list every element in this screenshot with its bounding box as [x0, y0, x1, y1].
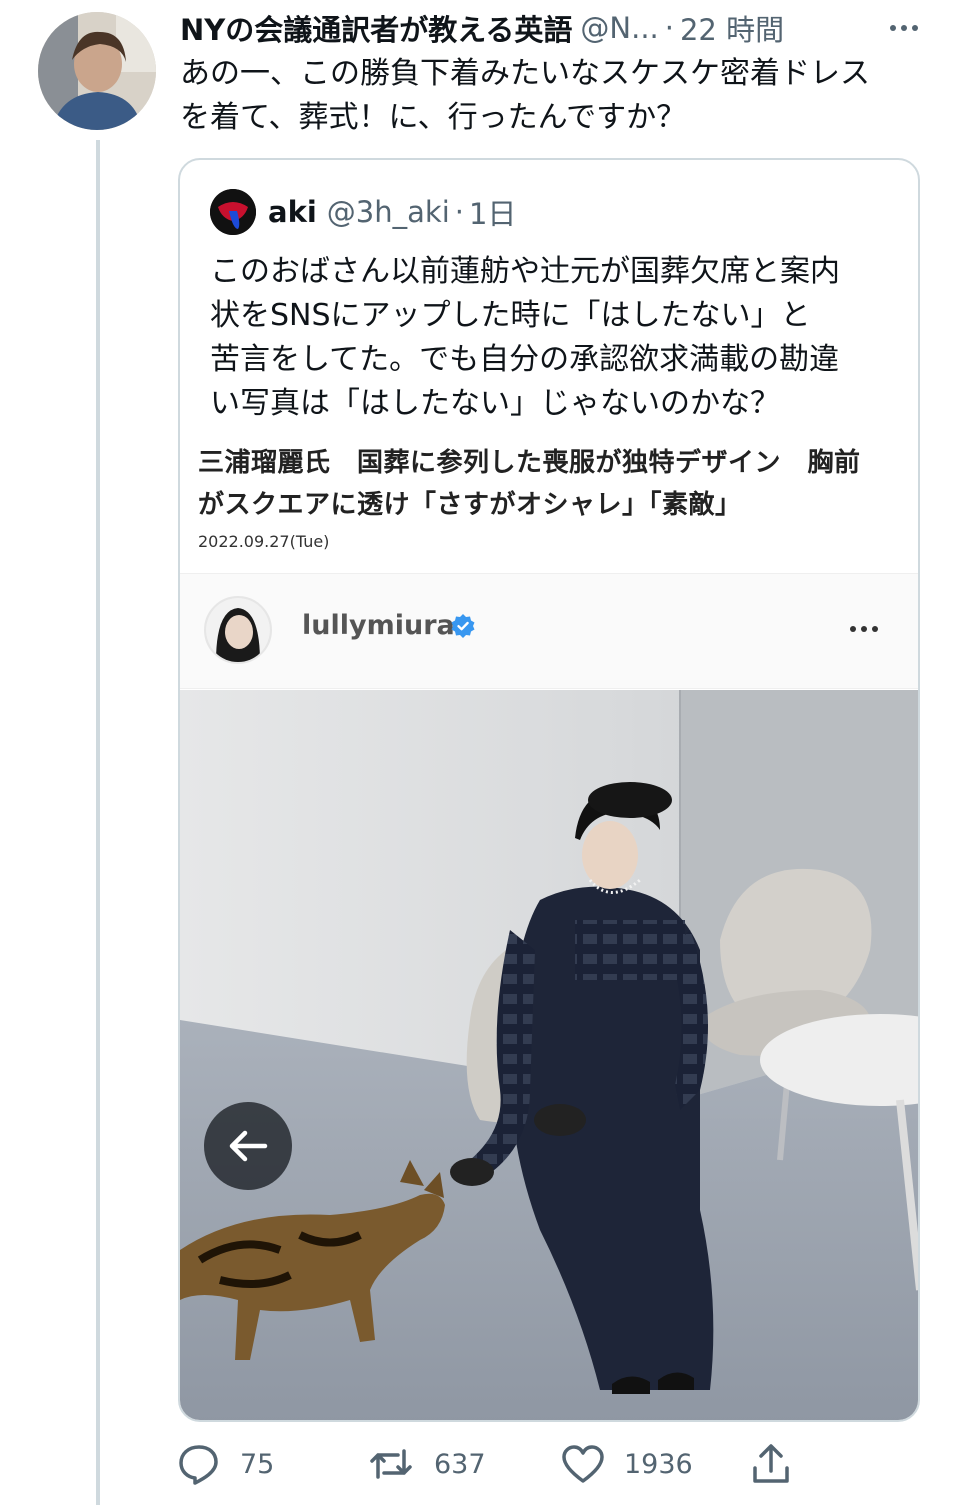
- instagram-more-icon: [850, 614, 878, 644]
- reply-button[interactable]: 75: [176, 1436, 274, 1492]
- author-name[interactable]: NYの会議通訳者が教える英語: [180, 7, 572, 49]
- retweet-button[interactable]: 637: [366, 1436, 486, 1492]
- heart-icon: [562, 1445, 604, 1483]
- quoted-timestamp: 1日: [468, 197, 517, 231]
- post-photo: [180, 690, 918, 1420]
- quoted-tweet-header: aki @3h_aki · 1日: [210, 189, 517, 235]
- reply-icon: [179, 1445, 218, 1485]
- retweet-icon: [370, 1449, 412, 1479]
- article-headline: 三浦瑠麗氏 国葬に参列した喪服が独特デザイン 胸前 がスクエアに透け「さすがオシ…: [198, 448, 861, 520]
- more-options-icon[interactable]: [882, 10, 926, 46]
- quoted-tweet-card[interactable]: aki @3h_aki · 1日 このおばさん以前蓮舫や辻元が国葬欠席と案内 状…: [178, 158, 920, 1422]
- post-timestamp[interactable]: 22 時間: [680, 7, 784, 49]
- author-avatar[interactable]: [38, 12, 156, 130]
- article-screenshot-image[interactable]: 三浦瑠麗氏 国葬に参列した喪服が独特デザイン 胸前 がスクエアに透け「さすがオシ…: [180, 440, 918, 1420]
- instagram-avatar: [204, 596, 272, 664]
- arrow-left-icon: [229, 1130, 268, 1162]
- tweet-header: NYの会議通訳者が教える英語 @N... · 22 時間: [180, 6, 920, 50]
- share-icon: [753, 1444, 789, 1483]
- like-count: 1936: [624, 1448, 693, 1480]
- tweet-actions-bar: 75 637 1936: [176, 1436, 796, 1492]
- share-button[interactable]: [748, 1436, 794, 1492]
- reply-count: 75: [240, 1448, 275, 1480]
- carousel-back-button[interactable]: [204, 1102, 292, 1190]
- quoted-author-avatar: [210, 189, 256, 235]
- quoted-author-handle: @3h_aki: [326, 195, 450, 229]
- like-button[interactable]: 1936: [560, 1436, 693, 1492]
- article-date: 2022.09.27(Tue): [198, 532, 330, 551]
- quoted-tweet-text: このおばさん以前蓮舫や辻元が国葬欠席と案内 状をSNSにアップした時に「はしたな…: [210, 254, 840, 421]
- verified-badge-icon: [451, 614, 475, 638]
- tweet-text: あの一、この勝負下着みたいなスケスケ密着ドレス を着て、葬式！に、行ったんですか…: [180, 56, 870, 135]
- instagram-username: lullymiura: [302, 610, 455, 641]
- separator-dot: ·: [454, 195, 464, 229]
- instagram-post-header: lullymiura: [180, 573, 918, 689]
- separator-dot: ·: [664, 11, 674, 45]
- retweet-count: 637: [434, 1448, 486, 1480]
- quoted-author-name: aki: [268, 195, 317, 229]
- author-handle[interactable]: @N...: [580, 11, 658, 45]
- thread-connector-line: [96, 140, 100, 1505]
